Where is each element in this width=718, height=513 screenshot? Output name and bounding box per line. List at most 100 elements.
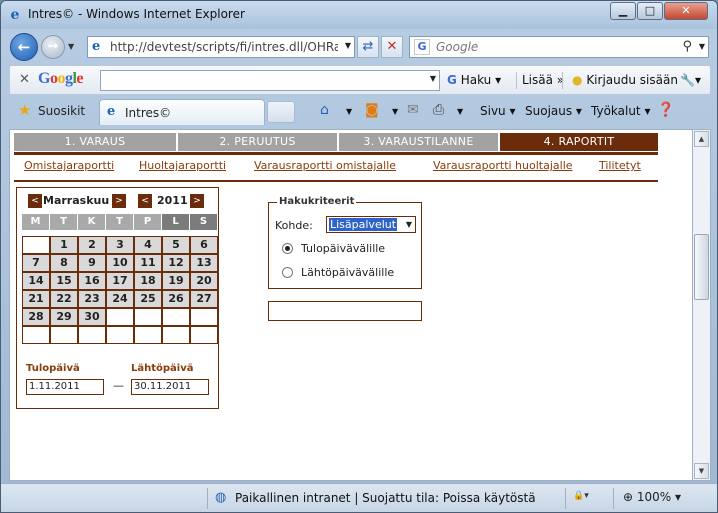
tab-varaustilanne[interactable]: 3. VARAUSTILANNE [339, 133, 500, 151]
prev-month-button[interactable]: < [28, 194, 42, 208]
calendar-day[interactable]: 14 [22, 272, 50, 290]
close-button[interactable]: ✕ [664, 2, 708, 20]
calendar-day[interactable]: 19 [162, 272, 190, 290]
calendar-day[interactable]: 22 [50, 290, 78, 308]
search-icon[interactable]: ⚲ [682, 39, 692, 54]
calendar-day[interactable]: 27 [190, 290, 218, 308]
result-box[interactable] [268, 301, 422, 321]
print-icon[interactable]: ⎙ [433, 102, 444, 118]
link-varausraportti-huoltajalle[interactable]: Varausraportti huoltajalle [433, 159, 573, 172]
page-menu[interactable]: Sivu ▾ [480, 104, 516, 118]
calendar-empty-cell [106, 326, 134, 344]
tab-raportit[interactable]: 4. RAPORTIT [500, 133, 658, 151]
calendar-day[interactable]: 17 [106, 272, 134, 290]
link-tilitetyt[interactable]: Tilitetyt [599, 159, 641, 172]
calendar-day[interactable]: 29 [50, 308, 78, 326]
google-logo: Google [38, 70, 84, 87]
calendar-day[interactable]: 18 [134, 272, 162, 290]
radio-arrival-label: Tulopäivävälille [301, 242, 386, 255]
calendar-day[interactable]: 16 [78, 272, 106, 290]
calendar-day[interactable]: 5 [162, 236, 190, 254]
security-zone-icon[interactable]: 🔒▾ [573, 491, 589, 501]
calendar-day[interactable]: 1 [50, 236, 78, 254]
calendar-day[interactable]: 3 [106, 236, 134, 254]
scroll-up-button[interactable]: ▲ [694, 131, 709, 147]
calendar-day[interactable]: 12 [162, 254, 190, 272]
stop-button[interactable]: ✕ [381, 36, 403, 58]
wrench-icon[interactable]: 🔧▾ [680, 73, 701, 87]
vertical-scrollbar[interactable]: ▲ ▼ [693, 129, 711, 481]
link-omistajaraportti[interactable]: Omistajaraportti [24, 159, 114, 172]
home-dropdown[interactable]: ▼ [346, 107, 352, 116]
calendar-day[interactable]: 25 [134, 290, 162, 308]
tools-menu[interactable]: Työkalut ▾ [591, 104, 650, 118]
calendar-day[interactable]: 13 [190, 254, 218, 272]
calendar-day[interactable]: 23 [78, 290, 106, 308]
calendar-day[interactable]: 15 [50, 272, 78, 290]
google-signin-link[interactable]: ● Kirjaudu sisään [572, 73, 678, 87]
calendar-day[interactable]: 7 [22, 254, 50, 272]
calendar-day[interactable]: 20 [190, 272, 218, 290]
calendar-day[interactable]: 28 [22, 308, 50, 326]
toolbar-close-icon[interactable]: ✕ [19, 72, 30, 87]
zoom-level[interactable]: ⊕ 100% ▾ [623, 490, 681, 504]
calendar-day[interactable]: 9 [78, 254, 106, 272]
rss-icon[interactable]: ◙ [365, 102, 379, 118]
calendar-day[interactable]: 11 [134, 254, 162, 272]
intranet-globe-icon: ◍ [215, 490, 227, 505]
address-dropdown[interactable]: ▼ [345, 41, 351, 50]
calendar-day[interactable]: 21 [22, 290, 50, 308]
forward-button[interactable]: → [41, 35, 65, 59]
link-varausraportti-omistajalle[interactable]: Varausraportti omistajalle [254, 159, 396, 172]
refresh-button[interactable]: ⇄ [357, 36, 379, 58]
departure-date-field[interactable]: 30.11.2011 [131, 379, 209, 395]
safety-menu[interactable]: Suojaus ▾ [525, 104, 582, 118]
google-more-button[interactable]: Lisää » [522, 73, 564, 87]
minimize-button[interactable]: ▁ [610, 2, 636, 20]
print-dropdown[interactable]: ▼ [457, 107, 463, 116]
title-bar: e Intres© - Windows Internet Explorer ▁ … [1, 1, 717, 29]
google-provider-icon: G [414, 39, 430, 55]
next-year-button[interactable]: > [190, 194, 204, 208]
browser-tab[interactable]: e Intres© [99, 99, 265, 125]
calendar-day[interactable]: 10 [106, 254, 134, 272]
calendar-day[interactable]: 30 [78, 308, 106, 326]
maximize-button[interactable]: □ [637, 2, 663, 20]
google-search-button[interactable]: G Haku ▾ [447, 73, 501, 87]
calendar-day[interactable]: 24 [106, 290, 134, 308]
prev-year-button[interactable]: < [138, 194, 152, 208]
back-button[interactable]: ← [10, 33, 38, 61]
google-search-dropdown[interactable]: ▼ [430, 74, 436, 83]
calendar-day[interactable]: 6 [190, 236, 218, 254]
scroll-thumb[interactable] [694, 234, 709, 300]
radio-arrival-range[interactable] [282, 243, 293, 254]
target-select[interactable]: Lisäpalvelut ▼ [326, 216, 416, 233]
rss-dropdown[interactable]: ▼ [392, 107, 398, 116]
calendar-day[interactable]: 4 [134, 236, 162, 254]
home-icon[interactable]: ⌂ [320, 102, 329, 118]
favorites-button[interactable]: Suosikit [38, 104, 85, 118]
next-month-button[interactable]: > [112, 194, 126, 208]
history-dropdown[interactable]: ▼ [68, 42, 74, 51]
mail-icon[interactable]: ✉ [407, 102, 419, 118]
weekday-header: M [22, 214, 49, 230]
address-bar[interactable]: e http://devtest/scripts/fi/intres.dll/O… [87, 36, 355, 58]
calendar-day[interactable]: 26 [162, 290, 190, 308]
search-options-dropdown[interactable]: ▼ [699, 42, 705, 51]
search-placeholder[interactable]: Google [436, 40, 478, 54]
tab-peruutus[interactable]: 2. PERUUTUS [178, 133, 339, 151]
tab-varaus[interactable]: 1. VARAUS [14, 133, 178, 151]
calendar-day[interactable]: 8 [50, 254, 78, 272]
help-icon[interactable]: ❓ [657, 102, 674, 118]
scroll-down-button[interactable]: ▼ [694, 463, 709, 479]
search-bar[interactable]: G Google ⚲ ▼ [409, 36, 709, 58]
link-huoltajaraportti[interactable]: Huoltajaraportti [139, 159, 226, 172]
new-tab-button[interactable] [267, 101, 295, 123]
radio-departure-range[interactable] [282, 267, 293, 278]
address-url[interactable]: http://devtest/scripts/fi/intres.dll/OHR… [110, 40, 338, 54]
calendar-day[interactable]: 2 [78, 236, 106, 254]
arrival-date-field[interactable]: 1.11.2011 [26, 379, 104, 395]
chevron-down-icon: ▼ [405, 220, 412, 229]
favorites-star-icon[interactable]: ★ [18, 101, 31, 119]
google-search-input[interactable]: ▼ [100, 70, 440, 91]
